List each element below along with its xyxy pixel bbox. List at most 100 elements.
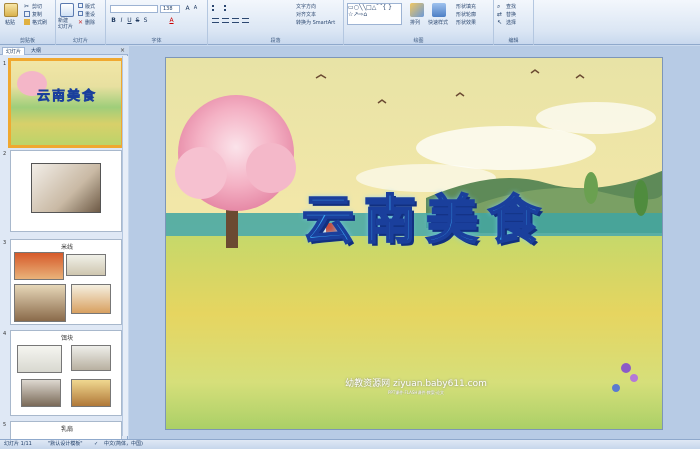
thumb-caption: 米线 (60, 244, 73, 251)
copy-icon[interactable] (24, 11, 30, 17)
align-right-icon[interactable] (232, 18, 239, 23)
numbering-icon[interactable] (224, 5, 232, 11)
slide-thumb-row-4[interactable]: 4 饵块 (0, 330, 125, 420)
slide-title[interactable]: 云南美食 (226, 178, 626, 253)
shapes-gallery[interactable]: ▭○╲╲□△⌒{ }☆↗⇨⌂ (347, 3, 402, 25)
thumb-food-photo (71, 345, 111, 371)
slide-thumb-row-2[interactable]: 2 (0, 150, 125, 238)
slide-thumbnail-5[interactable]: 乳扇 (10, 421, 122, 439)
arrange-icon[interactable] (410, 3, 424, 17)
slide-count: 幻灯片 1/11 (4, 441, 32, 447)
drawing-group-label: 绘图 (413, 38, 424, 44)
font-group: 138 A A B I U S S A 字体 (106, 0, 208, 45)
slide-number: 1 (3, 61, 7, 67)
drawing-group: ▭○╲╲□△⌒{ }☆↗⇨⌂ 排列 快速样式 形状填充 形状轮廓 形状效果 绘图 (344, 0, 494, 45)
copy-button[interactable]: 复制 (32, 11, 42, 18)
slides-group: 新建 幻灯片 版式 重设 ✕ 删除 幻灯片 (56, 0, 106, 45)
tab-slides[interactable]: 幻灯片 (2, 47, 26, 55)
reset-icon[interactable] (78, 11, 83, 16)
font-group-label: 字体 (151, 38, 162, 44)
status-bar: 幻灯片 1/11 "默认设计模板" ✓ 中文(简体，中国) (0, 439, 700, 449)
paragraph-group: 文字方向 对齐文本 转换为 SmartArt 段落 (208, 0, 344, 45)
font-name-select[interactable] (110, 5, 158, 13)
slide-thumbnail-4[interactable]: 饵块 (10, 330, 122, 416)
grow-font-icon[interactable]: A (184, 5, 191, 12)
thumb-food-photo (17, 345, 62, 373)
format-painter-button[interactable]: 格式刷 (32, 19, 47, 26)
align-center-icon[interactable] (222, 18, 229, 23)
clipboard-group: 粘贴 ✂ 剪切 复制 格式刷 剪贴板 (0, 0, 56, 45)
slide-number: 5 (3, 422, 7, 428)
shape-fill-button[interactable]: 形状填充 (456, 3, 476, 10)
spell-check-icon[interactable]: ✓ (94, 440, 98, 449)
editing-group-label: 编辑 (508, 38, 519, 44)
quick-styles-icon[interactable] (432, 3, 446, 17)
slide-thumbnail-1[interactable]: 云南美食 (8, 58, 124, 148)
slide-thumb-row-5[interactable]: 5 乳扇 (0, 421, 125, 439)
arrange-button[interactable]: 排列 (410, 19, 420, 26)
smartart-button[interactable]: 转换为 SmartArt (296, 19, 335, 26)
font-color-icon[interactable]: A (168, 17, 175, 24)
layout-icon[interactable] (78, 3, 83, 8)
panel-scrollbar[interactable] (122, 56, 128, 436)
select-icon[interactable]: ↖ (497, 19, 502, 26)
cut-icon[interactable]: ✂ (24, 3, 29, 10)
underline-icon[interactable]: U (126, 17, 133, 24)
thumb-food-photo (71, 379, 111, 407)
reset-button[interactable]: 重设 (85, 11, 95, 18)
align-left-icon[interactable] (212, 18, 219, 23)
thumb-food-photo (21, 379, 61, 407)
shadow-icon[interactable]: S (142, 17, 149, 24)
find-button[interactable]: 查找 (506, 3, 516, 10)
text-direction-button[interactable]: 文字方向 (296, 3, 316, 10)
delete-button[interactable]: 删除 (85, 19, 95, 26)
font-size-select[interactable]: 138 (160, 5, 180, 13)
align-text-button[interactable]: 对齐文本 (296, 11, 316, 18)
slide-thumb-row-3[interactable]: 3 米线 (0, 239, 125, 329)
slide-thumbnail-3[interactable]: 米线 (10, 239, 122, 325)
thumb-food-photo (14, 252, 64, 280)
shape-effects-button[interactable]: 形状效果 (456, 19, 476, 26)
thumb-food-photo (14, 284, 66, 322)
replace-icon[interactable]: ⇄ (497, 11, 502, 18)
editing-group: ⌕ 查找 ⇄ 替换 ↖ 选择 编辑 (494, 0, 534, 45)
paste-icon[interactable] (4, 3, 18, 17)
thumb-caption: 乳扇 (60, 426, 73, 433)
paragraph-group-label: 段落 (270, 38, 281, 44)
bold-icon[interactable]: B (110, 17, 117, 24)
thumb-title: 云南美食 (36, 89, 97, 105)
close-panel-icon[interactable]: × (120, 47, 125, 54)
delete-icon[interactable]: ✕ (78, 19, 83, 26)
italic-icon[interactable]: I (118, 17, 125, 24)
bullets-icon[interactable] (212, 5, 220, 11)
thumb-food-photo (71, 284, 111, 314)
shape-outline-button[interactable]: 形状轮廓 (456, 11, 476, 18)
paste-button[interactable]: 粘贴 (5, 19, 15, 26)
slide-panel: 幻灯片 大纲 × 1 云南美食 2 3 米线 4 饵块 5 乳扇 (0, 46, 128, 439)
layout-button[interactable]: 版式 (85, 3, 95, 10)
slide-number: 2 (3, 151, 7, 157)
slide-thumb-row-1[interactable]: 1 云南美食 (0, 58, 125, 152)
find-icon[interactable]: ⌕ (497, 3, 500, 11)
thumb-food-photo (31, 163, 101, 213)
format-painter-icon[interactable] (24, 19, 30, 25)
clipboard-group-label: 剪贴板 (19, 38, 35, 44)
new-slide-button[interactable]: 新建 幻灯片 (58, 18, 73, 30)
strikethrough-icon[interactable]: S (134, 17, 141, 24)
replace-button[interactable]: 替换 (506, 11, 516, 18)
panel-tabs: 幻灯片 大纲 × (0, 46, 128, 55)
shrink-font-icon[interactable]: A (192, 5, 199, 12)
justify-icon[interactable] (242, 18, 249, 23)
slide-canvas[interactable]: 云南美食 幼教资源网 ziyuan.baby611.com PPT课件·FLAS… (165, 57, 663, 430)
new-slide-icon[interactable] (60, 3, 74, 17)
tab-outline[interactable]: 大纲 (28, 47, 44, 55)
thumb-caption: 饵块 (60, 335, 73, 342)
slide-watermark-small: PPT课件·FLASH课件·教案·论文 (388, 390, 444, 395)
select-button[interactable]: 选择 (506, 19, 516, 26)
slide-number: 4 (3, 331, 7, 337)
quick-styles-button[interactable]: 快速样式 (428, 19, 448, 26)
cut-button[interactable]: 剪切 (32, 3, 42, 10)
language-indicator: 中文(简体，中国) (104, 441, 143, 447)
slides-group-label: 幻灯片 (72, 38, 88, 44)
slide-thumbnail-2[interactable] (10, 150, 122, 232)
